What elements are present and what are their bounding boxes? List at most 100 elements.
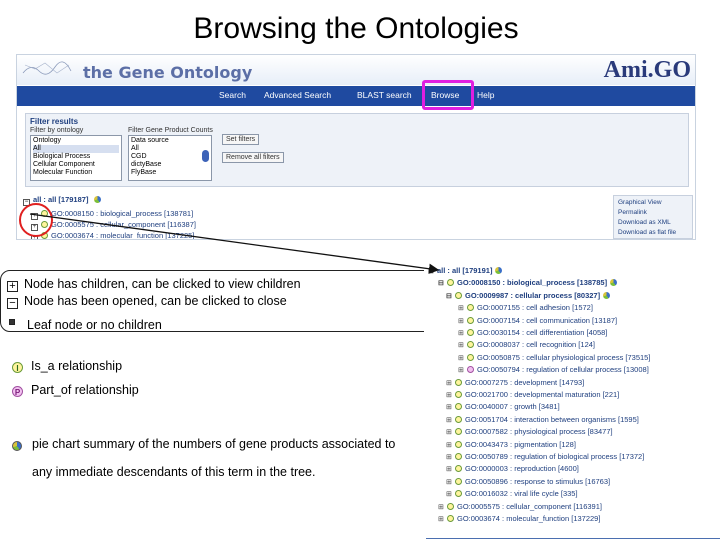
nav-blast-search[interactable]: BLAST search [357, 90, 412, 100]
is-a-icon [455, 490, 462, 498]
is-a-icon [455, 477, 462, 485]
datasource-listbox[interactable]: Data source All CGD dictyBase FlyBase [128, 135, 212, 181]
legend-pie-line2: any immediate descendants of this term i… [32, 465, 316, 479]
download-flat-file-link[interactable]: Download as flat file [618, 229, 676, 236]
tree-row-label: GO:0021700 : developmental maturation [2… [465, 390, 620, 399]
set-filters-button[interactable]: Set filters [222, 134, 260, 145]
plus-icon[interactable]: ⊞ [446, 465, 455, 473]
logo-scribble-icon [22, 61, 72, 75]
ontology-option[interactable]: Ontology [33, 137, 119, 145]
tree-row[interactable]: + GO:0005575 : cellular_component [116387… [31, 220, 196, 231]
tree-row[interactable]: ⊞ GO:0030154 : cell differentiation [4058… [458, 328, 607, 337]
datasource-option[interactable]: CGD [131, 153, 209, 161]
plus-icon[interactable]: ⊞ [446, 453, 455, 461]
ontology-option[interactable]: Cellular Component [33, 161, 119, 169]
tree-row-label: GO:0016032 : viral life cycle [335] [465, 489, 578, 499]
tree-row[interactable]: ⊞ GO:0005575 : cellular_component [116391… [438, 502, 602, 511]
tree-row[interactable]: ⊞ GO:0007582 : physiological process [834… [446, 427, 613, 436]
tree-row[interactable]: ⊞ GO:0050896 : response to stimulus [1676… [446, 477, 610, 486]
tree-row[interactable]: ⊞ GO:0007155 : cell adhesion [1572] [458, 303, 593, 312]
minus-icon[interactable]: ⊟ [446, 292, 455, 300]
tree-row[interactable]: ⊞ GO:0007154 : cell communication [13187] [458, 316, 617, 325]
tree-row-label: GO:0003674 : molecular_function [137229] [457, 514, 601, 523]
filter-ontology-label: Filter by ontology [30, 127, 84, 134]
tree-row[interactable]: ⊟ GO:0009987 : cellular process [80327] [446, 290, 611, 300]
graphical-view-link[interactable]: Graphical View [618, 199, 662, 206]
plus-icon[interactable]: ⊞ [458, 304, 467, 312]
tree-row[interactable]: ⊞ GO:0043473 : pigmentation [128] [446, 440, 576, 449]
legend-part-of: P Part_of relationship [12, 383, 139, 397]
minus-icon[interactable]: ⊟ [438, 279, 447, 287]
tree-row-label: GO:0000003 : reproduction [4600] [465, 464, 579, 474]
tree-row[interactable]: ⊞ GO:0021700 : developmental maturation [… [446, 390, 619, 399]
plus-icon[interactable]: ⊞ [446, 379, 455, 387]
plus-icon[interactable]: ⊞ [446, 403, 455, 411]
datasource-option[interactable]: dictyBase [131, 161, 209, 169]
plus-icon[interactable]: ⊞ [438, 503, 447, 511]
plus-icon[interactable]: ⊞ [458, 354, 467, 362]
amigo-logo[interactable]: Ami.GO [604, 57, 691, 84]
tree-row[interactable]: ⊞ GO:0050794 : regulation of cellular pro… [458, 365, 649, 374]
is-a-icon [455, 465, 462, 473]
tree-row[interactable]: ⊞ GO:0050789 : regulation of biological p… [446, 452, 644, 461]
tree-row[interactable]: ⊞ GO:0040007 : growth [3481] [446, 402, 560, 411]
is-a-icon [467, 353, 474, 361]
tree-row[interactable]: ⊞ GO:0051704 : interaction between organi… [446, 415, 639, 424]
gene-ontology-logo[interactable]: the Gene Ontology [83, 63, 252, 82]
tree-row-label: GO:0050789 : regulation of biological pr… [465, 452, 645, 461]
legend-is-a: I Is_a relationship [12, 359, 122, 373]
plus-icon[interactable]: ⊞ [438, 515, 447, 523]
browse-highlight [422, 80, 474, 110]
pie-chart-icon[interactable] [495, 267, 503, 274]
permalink-link[interactable]: Permalink [618, 209, 647, 216]
pie-chart-icon[interactable] [93, 196, 101, 203]
ontology-listbox[interactable]: Ontology All Biological Process Cellular… [30, 135, 122, 181]
datasource-option[interactable]: All [131, 145, 209, 153]
plus-icon[interactable]: ⊞ [446, 428, 455, 436]
nav-advanced-search[interactable]: Advanced Search [264, 90, 331, 100]
nav-search[interactable]: Search [219, 90, 246, 100]
pie-chart-icon[interactable] [603, 291, 611, 299]
tree-row-label: GO:0009987 : cellular process [80327] [465, 290, 601, 300]
plus-icon[interactable]: ⊞ [446, 478, 455, 486]
tree-row[interactable]: ⊟ GO:0008150 : biological_process [138785… [438, 278, 618, 288]
datasource-option[interactable]: FlyBase [131, 169, 209, 177]
plus-icon[interactable]: ⊞ [458, 366, 467, 374]
node-legend-box: + Node has children, can be clicked to vi… [0, 270, 446, 332]
tree-row[interactable]: ⊟ all : all [179191] [428, 266, 503, 275]
plus-icon[interactable]: ⊞ [446, 416, 455, 424]
is-a-icon [455, 391, 462, 398]
is-a-icon [455, 415, 462, 423]
tree-row-label: GO:0008037 : cell recognition [124] [477, 340, 595, 350]
plus-icon[interactable]: ⊞ [458, 329, 467, 337]
is-a-icon [455, 440, 462, 448]
tree-row-label: GO:0008150 : biological_process [138785] [457, 278, 608, 288]
download-xml-link[interactable]: Download as XML [618, 219, 671, 226]
remove-filters-button[interactable]: Remove all filters [222, 152, 284, 163]
pie-chart-icon[interactable] [610, 279, 618, 287]
plus-icon[interactable]: ⊞ [458, 341, 467, 349]
tree-row[interactable]: ⊞ GO:0003674 : molecular_function [137229… [438, 514, 600, 523]
leaf-icon [9, 319, 15, 325]
plus-icon[interactable]: ⊞ [446, 391, 455, 399]
plus-icon[interactable]: ⊞ [446, 490, 455, 498]
minus-icon[interactable]: ⊟ [428, 267, 437, 275]
plus-icon[interactable]: ⊞ [446, 441, 455, 449]
datasource-option[interactable]: Data source [131, 137, 209, 145]
tree-row[interactable]: ⊞ GO:0016032 : viral life cycle [335] [446, 489, 578, 498]
plus-icon[interactable]: ⊞ [458, 317, 467, 325]
tree-row[interactable]: ⊞ GO:0007275 : development [14793] [446, 378, 584, 387]
ontology-option[interactable]: Biological Process [33, 153, 119, 161]
tree-row[interactable]: + GO:0003674 : molecular_function [137225… [31, 231, 194, 239]
ontology-option[interactable]: Molecular Function [33, 169, 119, 177]
scrollbar-knob[interactable] [202, 150, 209, 162]
tree-row-label: GO:0050794 : regulation of cellular proc… [477, 365, 649, 375]
nav-help[interactable]: Help [477, 90, 494, 100]
red-highlight-circle [19, 203, 53, 237]
is-a-icon [467, 329, 474, 336]
tree-row[interactable]: + GO:0008150 : biological_process [138781… [31, 209, 193, 220]
tree-row[interactable]: ⊞ GO:0000003 : reproduction [4600] [446, 464, 579, 473]
tree-row[interactable]: ⊞ GO:0050875 : cellular physiological pro… [458, 353, 650, 362]
tree-row[interactable]: ⊞ GO:0008037 : cell recognition [124] [458, 340, 595, 349]
ontology-option[interactable]: All [33, 145, 119, 153]
